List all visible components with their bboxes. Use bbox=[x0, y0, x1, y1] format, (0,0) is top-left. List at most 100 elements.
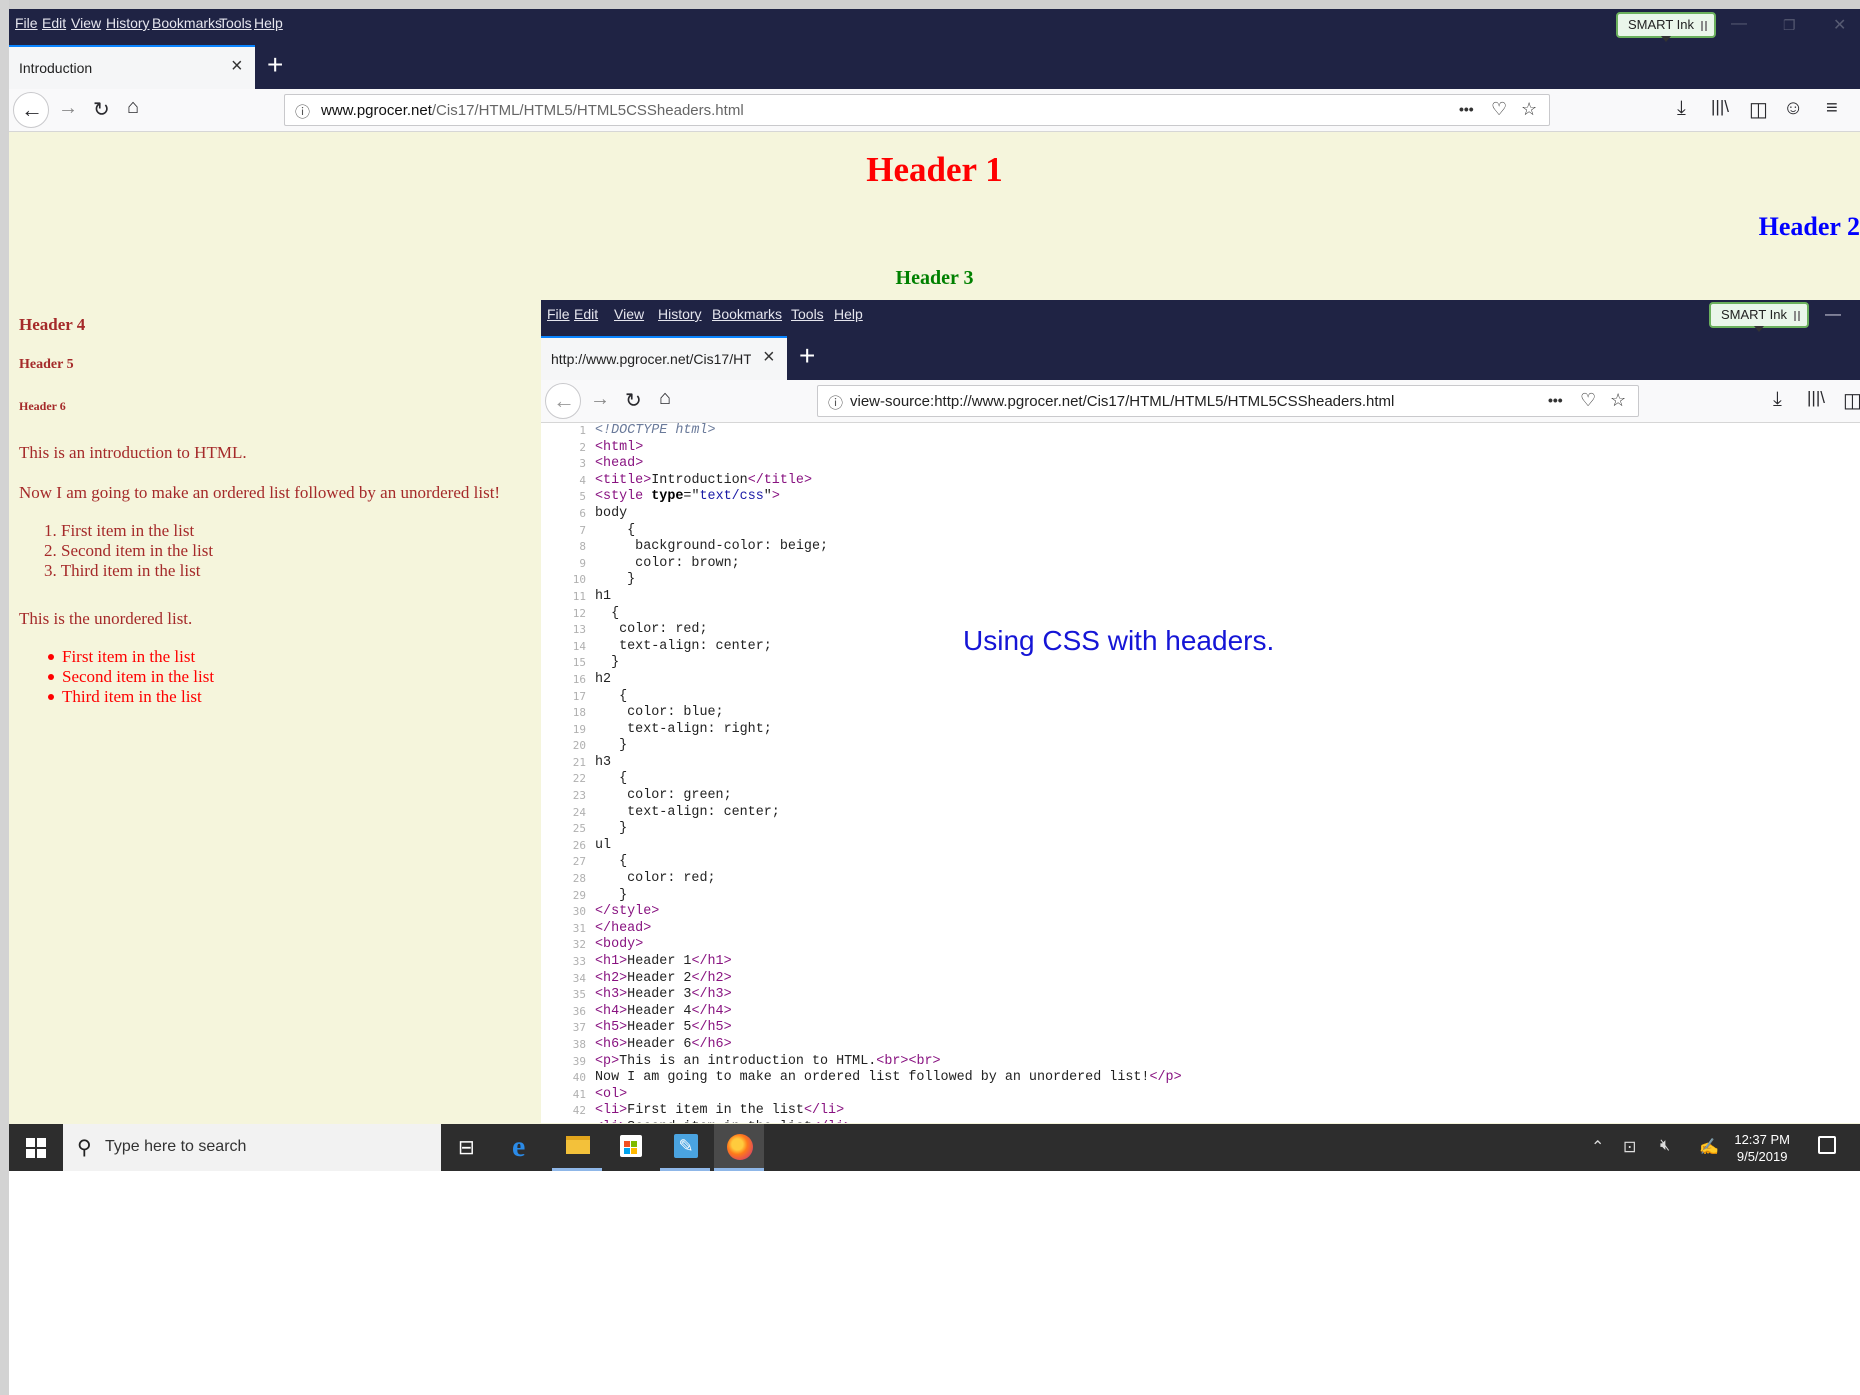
menu-file[interactable]: File bbox=[547, 306, 570, 322]
minimize-icon[interactable]: — bbox=[1825, 306, 1841, 324]
line-number: 1 bbox=[579, 424, 586, 437]
network-icon[interactable]: ⊡ bbox=[1623, 1137, 1636, 1157]
page-actions-icon[interactable]: ••• bbox=[1459, 101, 1474, 117]
tab-introduction[interactable]: Introduction × bbox=[9, 45, 255, 89]
header-1: Header 1 bbox=[866, 150, 1003, 189]
source-line: <title>Introduction</title> bbox=[595, 472, 812, 488]
unordered-list-item: First item in the list bbox=[46, 647, 214, 667]
menu-file[interactable]: File bbox=[15, 15, 38, 31]
site-info-icon[interactable]: ⓘ bbox=[828, 392, 843, 413]
system-clock[interactable]: 12:37 PM 9/5/2019 bbox=[1734, 1131, 1790, 1165]
line-number: 21 bbox=[572, 755, 586, 769]
source-line: { bbox=[595, 605, 620, 621]
source-line: color: red; bbox=[595, 871, 716, 887]
grip-icon bbox=[1794, 311, 1802, 321]
menu-help[interactable]: Help bbox=[834, 306, 863, 322]
close-window-icon[interactable]: ✕ bbox=[1833, 15, 1846, 35]
smart-ink-toolbar[interactable]: SMART Ink bbox=[1616, 12, 1716, 42]
store-button[interactable] bbox=[606, 1124, 656, 1171]
line-number: 20 bbox=[572, 739, 586, 753]
home-icon[interactable]: ⌂ bbox=[127, 96, 139, 119]
start-button[interactable] bbox=[9, 1124, 63, 1171]
hamburger-menu-icon[interactable]: ≡ bbox=[1826, 97, 1838, 120]
source-line: <ol> bbox=[595, 1086, 628, 1102]
line-number: 37 bbox=[572, 1021, 586, 1035]
menu-bookmarks[interactable]: Bookmarks bbox=[152, 15, 222, 31]
menu-tools[interactable]: Tools bbox=[219, 15, 252, 31]
line-number: 43 bbox=[541, 1120, 586, 1123]
site-info-icon[interactable]: ⓘ bbox=[295, 101, 310, 122]
source-line: { bbox=[595, 771, 628, 787]
source-line: <html> bbox=[595, 439, 644, 455]
menu-tools[interactable]: Tools bbox=[791, 306, 824, 322]
downloads-icon[interactable]: ⤓ bbox=[1773, 388, 1782, 411]
url-bar[interactable]: ⓘ view-source:http://www.pgrocer.net/Cis… bbox=[817, 385, 1639, 417]
minimize-icon[interactable]: — bbox=[1731, 15, 1747, 33]
new-tab-button[interactable]: + bbox=[799, 340, 815, 372]
tab-title: http://www.pgrocer.net/Cis17/HTM bbox=[551, 351, 751, 367]
menu-edit[interactable]: Edit bbox=[42, 15, 66, 31]
header-3: Header 3 bbox=[895, 267, 974, 289]
sidebar-icon[interactable]: ◫ bbox=[1749, 97, 1768, 122]
new-tab-button[interactable]: + bbox=[267, 49, 283, 81]
notepad-button[interactable]: ✎ bbox=[660, 1124, 710, 1171]
search-placeholder: Type here to search bbox=[105, 1138, 247, 1155]
show-hidden-icons-icon[interactable]: ⌃ bbox=[1591, 1137, 1604, 1157]
back-button[interactable]: ← bbox=[545, 383, 581, 419]
line-number: 41 bbox=[572, 1087, 586, 1101]
forward-arrow-icon[interactable]: → bbox=[58, 97, 78, 120]
bullet-icon bbox=[48, 674, 54, 680]
taskbar-search[interactable]: ⚲ Type here to search bbox=[63, 1124, 441, 1171]
bookmark-star-icon[interactable]: ☆ bbox=[1521, 99, 1537, 120]
source-line: <head> bbox=[595, 456, 644, 472]
library-icon[interactable]: |||\ bbox=[1807, 388, 1825, 408]
search-icon: ⚲ bbox=[77, 1137, 92, 1159]
pocket-icon[interactable]: ♡ bbox=[1580, 390, 1596, 411]
menu-edit[interactable]: Edit bbox=[574, 306, 598, 322]
restore-icon[interactable]: ❐ bbox=[1783, 17, 1796, 34]
line-number: 3 bbox=[579, 457, 586, 471]
line-number: 9 bbox=[579, 556, 586, 570]
url-bar[interactable]: ⓘ www.pgrocer.net/Cis17/HTML/HTML5/HTML5… bbox=[284, 94, 1550, 126]
line-number: 14 bbox=[572, 639, 586, 653]
file-explorer-button[interactable] bbox=[552, 1124, 602, 1171]
reload-icon[interactable]: ↻ bbox=[93, 97, 110, 122]
library-icon[interactable]: |||\ bbox=[1711, 97, 1729, 117]
line-number: 5 bbox=[579, 490, 586, 504]
task-view-button[interactable]: ⊟ bbox=[444, 1124, 494, 1171]
tab-close-icon[interactable]: × bbox=[231, 55, 243, 78]
unordered-list-item: Second item in the list bbox=[46, 667, 214, 687]
source-line: text-align: center; bbox=[595, 804, 780, 820]
menu-history[interactable]: History bbox=[658, 306, 702, 322]
menu-history[interactable]: History bbox=[106, 15, 150, 31]
edge-button[interactable]: e bbox=[498, 1124, 548, 1171]
pen-icon[interactable]: ✍ bbox=[1699, 1137, 1719, 1157]
tab-view-source[interactable]: http://www.pgrocer.net/Cis17/HTM × bbox=[541, 336, 787, 380]
sidebar-icon[interactable]: ◫ bbox=[1843, 388, 1860, 413]
intro-paragraph: This is an introduction to HTML. bbox=[19, 443, 247, 462]
menu-help[interactable]: Help bbox=[254, 15, 283, 31]
browser-window-source: File Edit View History Bookmarks Tools H… bbox=[541, 300, 1860, 1123]
bullet-icon bbox=[48, 694, 54, 700]
reload-icon[interactable]: ↻ bbox=[625, 388, 642, 413]
action-center-icon[interactable] bbox=[1818, 1136, 1836, 1154]
firefox-button[interactable] bbox=[714, 1124, 764, 1171]
pocket-icon[interactable]: ♡ bbox=[1491, 99, 1507, 120]
menu-bookmarks[interactable]: Bookmarks bbox=[712, 306, 782, 322]
source-line: ul bbox=[595, 837, 612, 853]
smart-ink-toolbar[interactable]: SMART Ink bbox=[1709, 302, 1809, 332]
source-line: text-align: right; bbox=[595, 721, 772, 737]
downloads-icon[interactable]: ⤓ bbox=[1677, 97, 1686, 120]
tab-strip: http://www.pgrocer.net/Cis17/HTM × + bbox=[541, 336, 1860, 380]
back-button[interactable]: ← bbox=[13, 92, 49, 128]
menu-view[interactable]: View bbox=[71, 15, 101, 31]
forward-arrow-icon[interactable]: → bbox=[590, 388, 610, 411]
home-icon[interactable]: ⌂ bbox=[659, 387, 671, 410]
page-actions-icon[interactable]: ••• bbox=[1548, 392, 1563, 408]
menu-view[interactable]: View bbox=[614, 306, 644, 322]
tab-close-icon[interactable]: × bbox=[763, 346, 775, 369]
volume-muted-icon[interactable]: 🔇︎ bbox=[1660, 1137, 1670, 1155]
line-number: 23 bbox=[572, 789, 586, 803]
bookmark-star-icon[interactable]: ☆ bbox=[1610, 390, 1626, 411]
account-icon[interactable]: ☺ bbox=[1783, 97, 1803, 120]
